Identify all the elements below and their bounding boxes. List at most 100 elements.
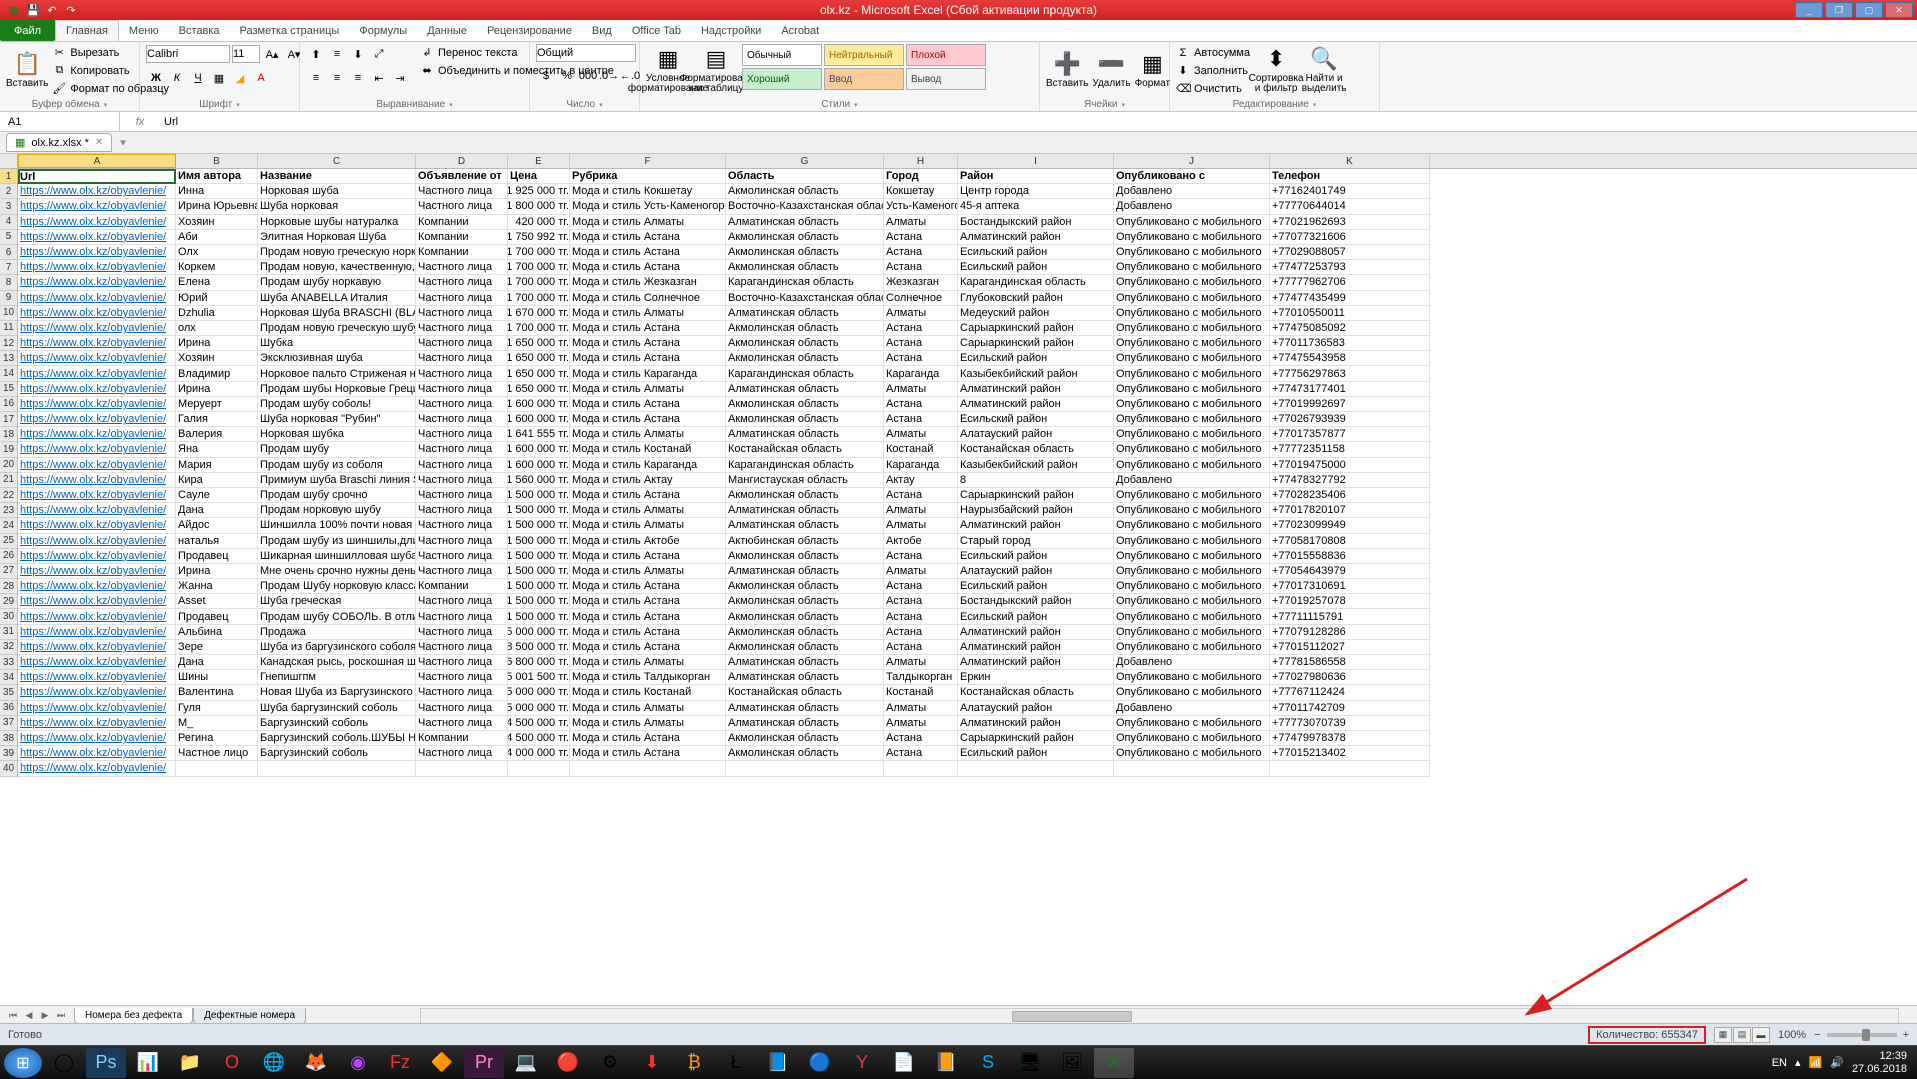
data-cell[interactable]: Астана — [884, 640, 958, 655]
row-header[interactable]: 33 — [0, 655, 17, 670]
tab-menu[interactable]: Меню — [119, 20, 169, 41]
data-cell[interactable]: Мода и стиль Астана — [570, 549, 726, 564]
data-cell[interactable]: https://www.olx.kz/obyavlenie/ — [18, 488, 176, 503]
scroll-thumb[interactable] — [1012, 1011, 1132, 1022]
row-header[interactable]: 30 — [0, 609, 17, 624]
row-header[interactable]: 16 — [0, 397, 17, 412]
header-cell[interactable]: Url — [18, 169, 176, 184]
row-header[interactable]: 35 — [0, 685, 17, 700]
data-cell[interactable]: Частного лица — [416, 518, 508, 533]
data-cell[interactable]: https://www.olx.kz/obyavlenie/ — [18, 291, 176, 306]
data-cell[interactable]: 4 000 000 тг. — [508, 746, 570, 761]
data-cell[interactable]: Продам шубу норкавую — [258, 275, 416, 290]
data-cell[interactable]: Опубликовано с мобильного — [1114, 488, 1270, 503]
header-cell[interactable]: Имя автора — [176, 169, 258, 184]
name-box[interactable]: A1 — [0, 112, 120, 131]
data-cell[interactable]: Костанай — [884, 685, 958, 700]
data-cell[interactable]: Алматы — [884, 701, 958, 716]
data-cell[interactable]: Баргузинский соболь — [258, 716, 416, 731]
data-cell[interactable] — [508, 761, 570, 776]
data-cell[interactable]: 1 500 000 тг. — [508, 549, 570, 564]
data-cell[interactable]: +77781586558 — [1270, 655, 1430, 670]
data-cell[interactable]: Дана — [176, 503, 258, 518]
data-cell[interactable]: Частного лица — [416, 306, 508, 321]
data-cell[interactable]: Алматинская область — [726, 382, 884, 397]
data-cell[interactable]: Мода и стиль Костанай — [570, 685, 726, 700]
data-cell[interactable]: https://www.olx.kz/obyavlenie/ — [18, 716, 176, 731]
data-cell[interactable]: +77162401749 — [1270, 184, 1430, 199]
data-cell[interactable]: Мода и стиль Астана — [570, 594, 726, 609]
data-cell[interactable]: Asset — [176, 594, 258, 609]
data-cell[interactable]: Алматы — [884, 306, 958, 321]
data-cell[interactable]: Актау — [884, 473, 958, 488]
zoom-in-icon[interactable]: + — [1903, 1029, 1909, 1041]
data-cell[interactable]: +77477253793 — [1270, 260, 1430, 275]
data-cell[interactable]: Шуба норковая — [258, 199, 416, 214]
data-cell[interactable]: 1 700 000 тг. — [508, 260, 570, 275]
data-cell[interactable]: 4 500 000 тг. — [508, 731, 570, 746]
data-cell[interactable]: 1 500 000 тг. — [508, 488, 570, 503]
inc-decimal-icon[interactable]: .0→ — [599, 66, 619, 86]
data-cell[interactable]: Опубликовано с мобильного — [1114, 366, 1270, 381]
data-cell[interactable]: Казыбекбийский район — [958, 366, 1114, 381]
data-cell[interactable]: https://www.olx.kz/obyavlenie/ — [18, 731, 176, 746]
data-cell[interactable]: Акмолинская область — [726, 336, 884, 351]
data-cell[interactable] — [726, 761, 884, 776]
data-cell[interactable]: 1 600 000 тг. — [508, 458, 570, 473]
data-cell[interactable]: 15 000 000 тг. — [508, 625, 570, 640]
data-cell[interactable]: 1 700 000 тг. — [508, 321, 570, 336]
row-header[interactable]: 27 — [0, 564, 17, 579]
data-cell[interactable]: https://www.olx.kz/obyavlenie/ — [18, 366, 176, 381]
row-header[interactable]: 8 — [0, 275, 17, 290]
data-cell[interactable]: Акмолинская область — [726, 245, 884, 260]
data-cell[interactable]: Алматинский район — [958, 230, 1114, 245]
data-cell[interactable]: Астана — [884, 230, 958, 245]
row-header[interactable]: 1 — [0, 169, 17, 184]
data-cell[interactable]: Есильский район — [958, 260, 1114, 275]
underline-button[interactable]: Ч — [188, 68, 208, 88]
data-cell[interactable]: Шуба норковая "Рубин" — [258, 412, 416, 427]
data-cell[interactable]: 8 500 000 тг. — [508, 640, 570, 655]
taskbar-app6-icon[interactable]: 📙 — [926, 1048, 966, 1078]
row-header[interactable]: 40 — [0, 761, 17, 776]
close-button[interactable]: ✕ — [1885, 2, 1913, 18]
data-cell[interactable]: Есильский район — [958, 549, 1114, 564]
data-cell[interactable]: 5 001 500 тг. — [508, 670, 570, 685]
row-header[interactable]: 38 — [0, 731, 17, 746]
bold-button[interactable]: Ж — [146, 68, 166, 88]
data-cell[interactable]: Астана — [884, 260, 958, 275]
data-cell[interactable]: https://www.olx.kz/obyavlenie/ — [18, 199, 176, 214]
comma-icon[interactable]: 000 — [578, 66, 598, 86]
data-cell[interactable]: Эксклюзивная шуба — [258, 351, 416, 366]
column-header[interactable]: K — [1270, 154, 1430, 168]
row-header[interactable]: 9 — [0, 291, 17, 306]
data-cell[interactable]: Частного лица — [416, 199, 508, 214]
align-middle-icon[interactable]: ≡ — [327, 44, 347, 64]
header-cell[interactable]: Город — [884, 169, 958, 184]
taskbar-skype-icon[interactable]: S — [968, 1048, 1008, 1078]
data-cell[interactable]: 1 641 555 тг. — [508, 427, 570, 442]
data-cell[interactable]: Коркем — [176, 260, 258, 275]
data-cell[interactable]: Алматинский район — [958, 397, 1114, 412]
data-cell[interactable]: Примиум шуба Braschi линия Stı — [258, 473, 416, 488]
data-cell[interactable]: Алматинская область — [726, 701, 884, 716]
data-cell[interactable]: Усть-Каменогорск — [884, 199, 958, 214]
tray-up-icon[interactable]: ▴ — [1795, 1056, 1801, 1069]
data-cell[interactable]: 1 500 000 тг. — [508, 564, 570, 579]
data-cell[interactable]: 1 925 000 тг. — [508, 184, 570, 199]
data-cell[interactable]: Акмолинская область — [726, 412, 884, 427]
data-cell[interactable]: +77019475000 — [1270, 458, 1430, 473]
row-header[interactable]: 32 — [0, 640, 17, 655]
data-cell[interactable]: Частного лица — [416, 716, 508, 731]
data-cell[interactable]: Мода и стиль Усть-Каменогорск — [570, 199, 726, 214]
data-cell[interactable]: +77054643979 — [1270, 564, 1430, 579]
data-cell[interactable]: Айдос — [176, 518, 258, 533]
data-cell[interactable]: 1 650 000 тг. — [508, 382, 570, 397]
data-cell[interactable]: Акмолинская область — [726, 640, 884, 655]
data-cell[interactable]: https://www.olx.kz/obyavlenie/ — [18, 549, 176, 564]
data-cell[interactable]: +77711115791 — [1270, 609, 1430, 624]
data-cell[interactable]: 4 500 000 тг. — [508, 716, 570, 731]
data-cell[interactable]: +77770644014 — [1270, 199, 1430, 214]
data-cell[interactable]: Мода и стиль Астана — [570, 640, 726, 655]
column-header[interactable]: J — [1114, 154, 1270, 168]
